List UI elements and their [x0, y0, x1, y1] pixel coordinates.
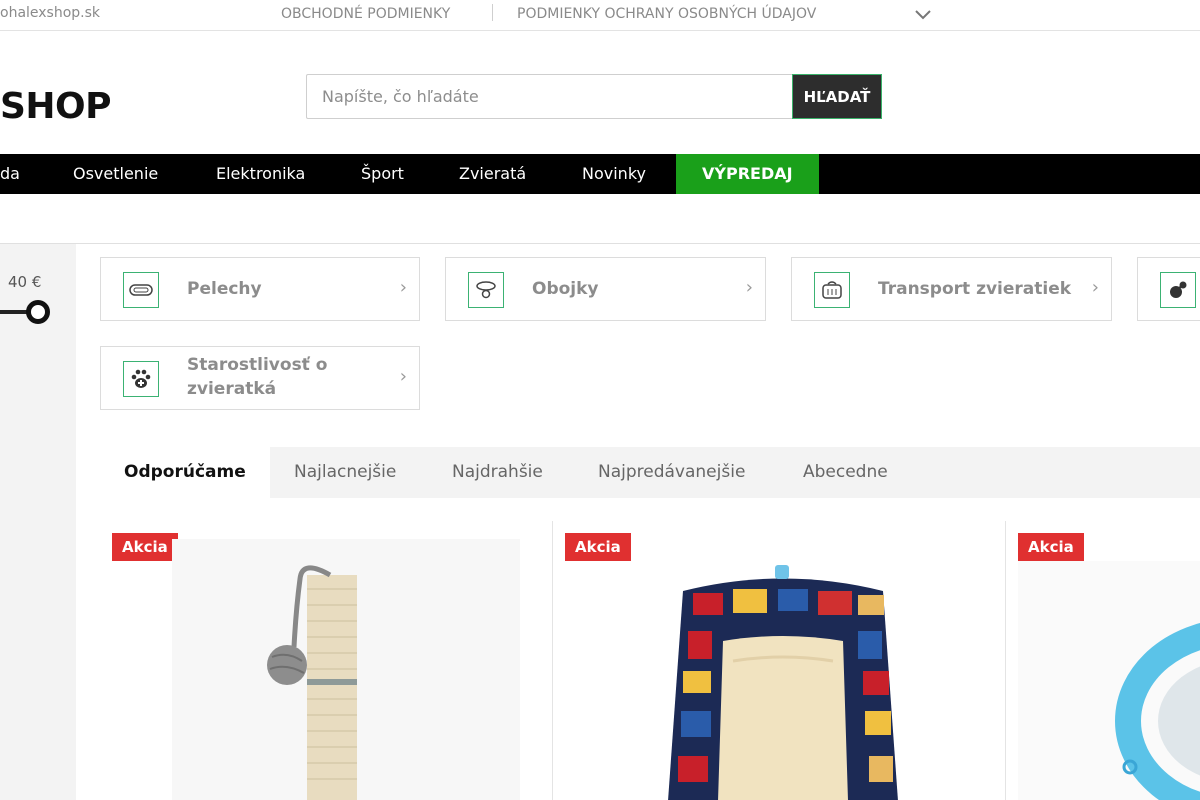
shop-logo[interactable]: SHOP: [0, 86, 112, 127]
sale-badge: Akcia: [565, 533, 631, 561]
nav-item-partial[interactable]: da: [0, 154, 20, 194]
product-card[interactable]: Akcia: [552, 521, 1005, 800]
divider: [492, 4, 493, 21]
category-label: Obojky: [532, 279, 599, 299]
paw-icon: [123, 361, 159, 397]
product-card[interactable]: Akcia: [100, 521, 552, 800]
category-label-line1: Starostlivosť o: [187, 355, 328, 375]
sort-tabs: Odporúčame Najlacnejšie Najdrahšie Najpr…: [100, 447, 1200, 498]
nav-item-vypredaj[interactable]: VÝPREDAJ: [676, 154, 819, 194]
category-transport[interactable]: Transport zvieratiek ›: [791, 257, 1112, 321]
search-bar: HĽADAŤ: [306, 74, 882, 119]
price-slider-handle[interactable]: [26, 300, 50, 324]
category-starostlivost[interactable]: Starostlivosť o zvieratká ›: [100, 346, 420, 410]
sale-badge: Akcia: [112, 533, 178, 561]
filter-sidebar: [0, 244, 76, 800]
top-bar: ohalexshop.sk OBCHODNÉ PODMIENKY PODMIEN…: [0, 0, 1200, 31]
nav-item-osvetlenie[interactable]: Osvetlenie: [73, 154, 158, 194]
terms-link[interactable]: OBCHODNÉ PODMIENKY: [281, 6, 450, 22]
chevron-right-icon: ›: [399, 277, 407, 298]
product-card[interactable]: Akcia: [1005, 521, 1200, 800]
tab-najlacnejsie[interactable]: Najlacnejšie: [268, 447, 422, 498]
category-label-line2: zvieratká: [187, 379, 277, 399]
nav-item-novinky[interactable]: Novinky: [582, 154, 646, 194]
category-obojky[interactable]: Obojky ›: [445, 257, 766, 321]
pet-bed-icon: [123, 272, 159, 308]
chevron-right-icon: ›: [399, 366, 407, 387]
tab-najpredavanejsie[interactable]: Najpredávanejšie: [572, 447, 771, 498]
category-partial[interactable]: [1137, 257, 1200, 321]
divider: [0, 243, 1200, 244]
search-button[interactable]: HĽADAŤ: [792, 74, 882, 119]
tab-najdrahsie[interactable]: Najdrahšie: [426, 447, 569, 498]
chevron-right-icon: ›: [745, 277, 753, 298]
nav-item-sport[interactable]: Šport: [361, 154, 404, 194]
main-navigation: da Osvetlenie Elektronika Šport Zvieratá…: [0, 154, 1200, 194]
shop-email[interactable]: ohalexshop.sk: [0, 5, 100, 21]
tab-odporucame[interactable]: Odporúčame: [100, 447, 270, 498]
nav-item-zvierata[interactable]: Zvieratá: [459, 154, 526, 194]
nav-item-elektronika[interactable]: Elektronika: [216, 154, 305, 194]
product-image[interactable]: [1018, 561, 1200, 800]
price-max-label: 40 €: [8, 273, 42, 291]
chevron-right-icon: ›: [1091, 277, 1099, 298]
category-pelechy[interactable]: Pelechy ›: [100, 257, 420, 321]
pet-carrier-icon: [814, 272, 850, 308]
tab-abecedne[interactable]: Abecedne: [777, 447, 914, 498]
privacy-link[interactable]: PODMIENKY OCHRANY OSOBNÝCH ÚDAJOV: [517, 6, 816, 22]
search-input[interactable]: [306, 74, 793, 119]
toy-icon: [1160, 272, 1196, 308]
product-image[interactable]: [172, 539, 520, 800]
product-image[interactable]: [633, 561, 933, 800]
category-label: Transport zvieratiek: [878, 279, 1072, 299]
chevron-down-icon[interactable]: [914, 7, 932, 21]
category-label: Starostlivosť o zvieratká: [187, 353, 327, 401]
collar-icon: [468, 272, 504, 308]
sale-badge: Akcia: [1018, 533, 1084, 561]
category-label: Pelechy: [187, 279, 262, 299]
